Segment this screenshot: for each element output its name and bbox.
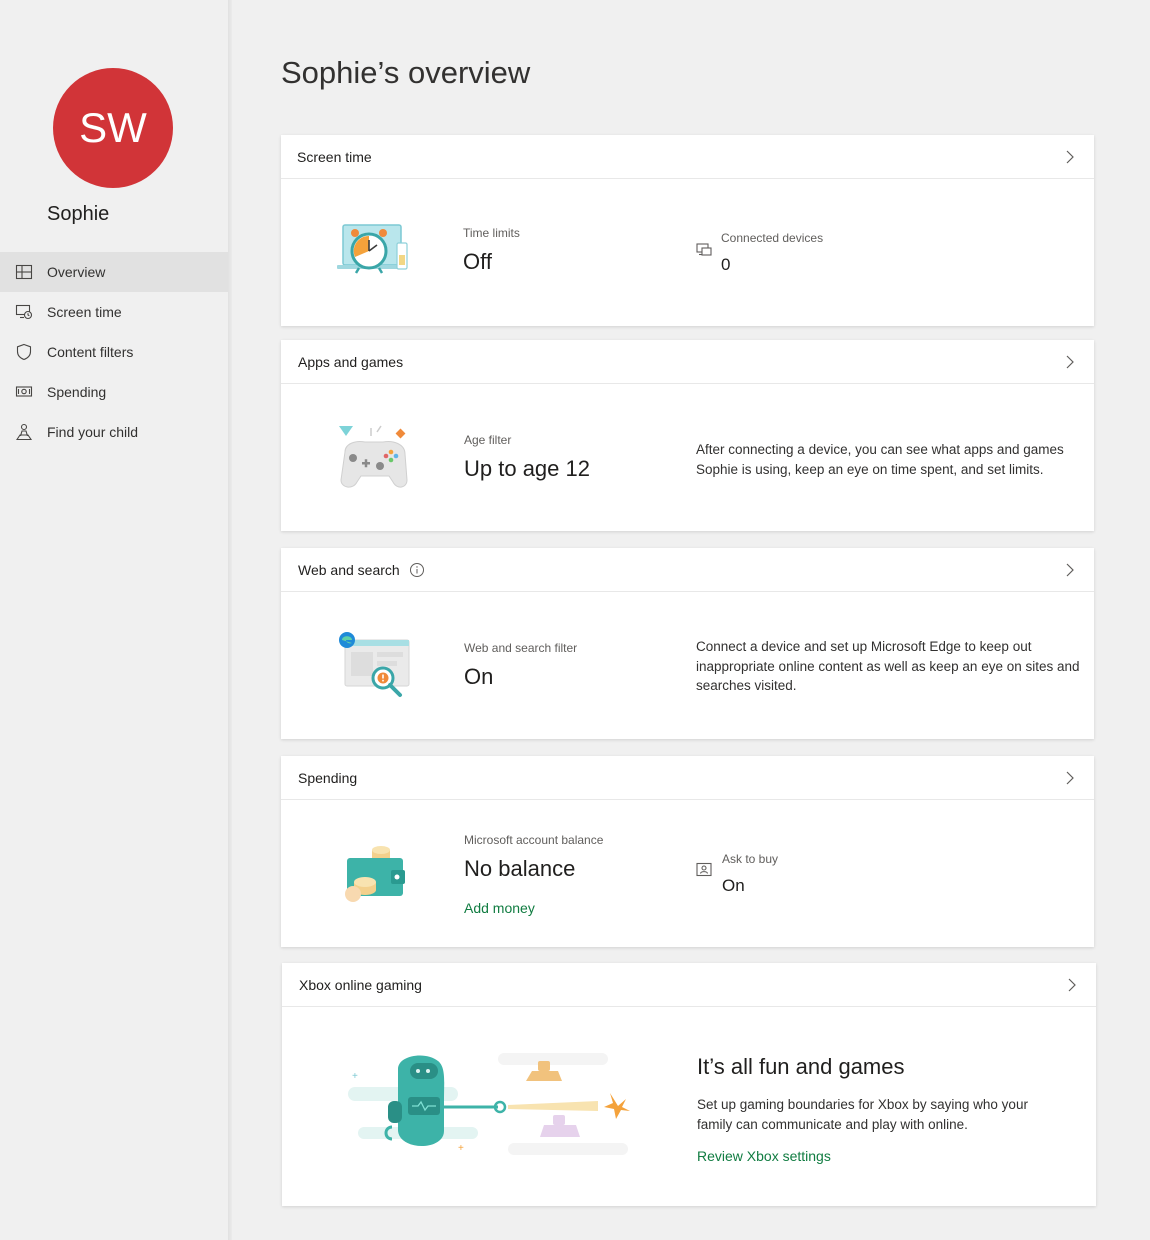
ask-to-buy-icon <box>695 861 713 879</box>
xbox-card: Xbox online gaming + + It’s all fun and … <box>282 963 1096 1206</box>
overview-icon <box>14 262 34 282</box>
age-filter-value: Up to age 12 <box>464 456 590 481</box>
avatar-initials: SW <box>79 104 147 151</box>
card-title: Apps and games <box>298 353 404 370</box>
chevron-right-icon[interactable] <box>1060 769 1078 787</box>
card-title: Screen time <box>297 148 372 165</box>
sidebar-item-label: Find your child <box>47 424 139 440</box>
card-title: Spending <box>298 769 358 786</box>
page-title: Sophie’s overview <box>281 55 531 90</box>
web-search-card-header[interactable]: Web and search <box>281 548 1094 592</box>
connected-devices-value: 0 <box>721 255 731 274</box>
wallet-illustration <box>339 844 411 913</box>
card-title: Web and search <box>298 561 400 578</box>
apps-games-card: Apps and games Age filter Up to age 12 A… <box>281 340 1094 531</box>
svg-text:+: + <box>458 1143 464 1154</box>
ask-to-buy-label: Ask to buy <box>722 852 779 866</box>
balance-value: No balance <box>464 856 576 881</box>
web-search-filter-value: On <box>464 664 494 689</box>
web-search-filter-label: Web and search filter <box>464 641 578 655</box>
sidebar-nav: Overview Screen time Content filters Spe… <box>0 252 228 452</box>
chevron-right-icon[interactable] <box>1060 561 1078 579</box>
apps-games-description: After connecting a device, you can see w… <box>696 442 1064 477</box>
ask-to-buy-value: On <box>722 876 745 895</box>
sidebar-item-label: Overview <box>47 264 106 280</box>
web-search-illustration <box>337 632 415 707</box>
sidebar-item-overview[interactable]: Overview <box>0 252 228 292</box>
xbox-card-header[interactable]: Xbox online gaming <box>282 963 1096 1007</box>
chevron-right-icon[interactable] <box>1060 148 1078 166</box>
xbox-description: Set up gaming boundaries for Xbox by say… <box>697 1097 1028 1132</box>
devices-icon <box>695 241 713 259</box>
age-filter-label: Age filter <box>464 433 512 447</box>
svg-text:+: + <box>352 1071 358 1082</box>
screen-time-card-header[interactable]: Screen time <box>281 135 1094 179</box>
sidebar-item-content-filters[interactable]: Content filters <box>0 332 228 372</box>
sidebar-item-label: Content filters <box>47 344 134 360</box>
robot-gaming-illustration: + + <box>348 1047 644 1172</box>
info-icon[interactable] <box>409 562 425 578</box>
sidebar-divider <box>228 0 232 1240</box>
avatar: SW <box>53 68 173 188</box>
person-location-icon <box>14 422 34 442</box>
card-title: Xbox online gaming <box>299 976 422 993</box>
apps-games-card-header[interactable]: Apps and games <box>281 340 1094 384</box>
add-money-link[interactable]: Add money <box>464 900 535 916</box>
web-search-card: Web and search Web and search filter On … <box>281 548 1094 739</box>
time-limits-label: Time limits <box>463 226 520 240</box>
game-controller-illustration <box>335 422 413 499</box>
profile-name: Sophie <box>47 203 110 225</box>
time-limits-value: Off <box>463 249 492 274</box>
shield-icon <box>14 342 34 362</box>
spending-card: Spending Microsoft account balance No ba… <box>281 756 1094 947</box>
sidebar-item-screen-time[interactable]: Screen time <box>0 292 228 332</box>
connected-devices-label: Connected devices <box>721 231 824 245</box>
sidebar-item-find-your-child[interactable]: Find your child <box>0 412 228 452</box>
balance-label: Microsoft account balance <box>464 833 604 847</box>
chevron-right-icon[interactable] <box>1062 976 1080 994</box>
review-xbox-settings-link[interactable]: Review Xbox settings <box>697 1148 831 1164</box>
money-icon <box>14 382 34 402</box>
chevron-right-icon[interactable] <box>1060 353 1078 371</box>
screen-time-card: Screen time Time limits Off Connected de… <box>281 135 1094 326</box>
spending-card-header[interactable]: Spending <box>281 756 1094 800</box>
sidebar-item-spending[interactable]: Spending <box>0 372 228 412</box>
xbox-headline: It’s all fun and games <box>697 1054 905 1079</box>
sidebar: SW Sophie Overview Screen time Content f… <box>0 0 228 1240</box>
screen-time-illustration <box>333 221 413 288</box>
sidebar-item-label: Spending <box>47 384 107 400</box>
web-search-description: Connect a device and set up Microsoft Ed… <box>696 639 1080 693</box>
screen-time-icon <box>14 302 34 322</box>
sidebar-item-label: Screen time <box>47 304 122 320</box>
